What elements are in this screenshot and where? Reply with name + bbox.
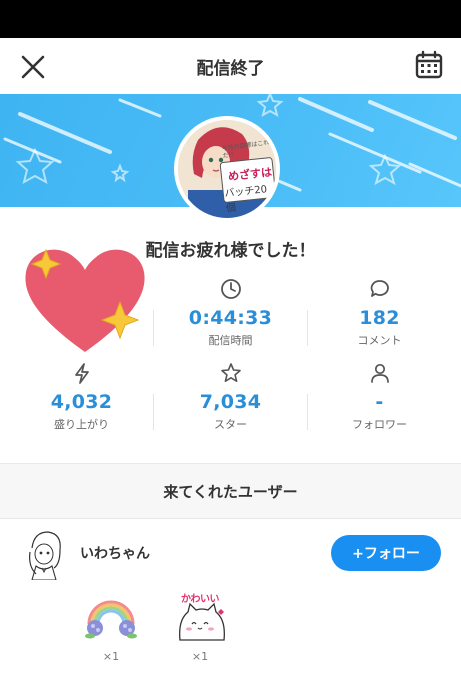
- comment-icon: [370, 280, 389, 297]
- gift-item: かわいい ×1: [170, 588, 230, 663]
- stat-duration: 0:44:33 配信時間: [154, 278, 307, 348]
- stat-label: 盛り上がり: [54, 418, 109, 431]
- section-title: 来てくれたユーザー: [163, 482, 298, 501]
- user-avatar[interactable]: [22, 528, 68, 580]
- stat-label: フォロワー: [352, 418, 407, 431]
- page-title: 配信終了: [196, 58, 265, 79]
- stat-excitement: 4,032 盛り上がり: [5, 362, 158, 432]
- calendar-icon[interactable]: [414, 50, 444, 80]
- gift-count: ×1: [191, 650, 209, 663]
- stat-label: スター: [214, 418, 247, 431]
- rainbow-gift-icon: [85, 600, 137, 639]
- follow-button[interactable]: +フォロー: [331, 535, 441, 571]
- heart-sticker: [25, 248, 145, 352]
- close-icon[interactable]: [18, 52, 48, 82]
- avatar-sign-line2: バッチ20個: [223, 184, 268, 215]
- stat-stars: 7,034 スター: [154, 362, 307, 432]
- star-icon: [220, 363, 241, 382]
- user-name[interactable]: いわちゃん: [80, 543, 150, 563]
- streamer-avatar: 今月の目標はこれだ!! めざすは バッチ20個: [174, 116, 280, 222]
- stat-value: -: [375, 391, 384, 413]
- stat-value: 4,032: [50, 391, 113, 413]
- stat-comments: 182 コメント: [303, 278, 456, 348]
- kawaii-cat-gift-icon: かわいい: [172, 588, 228, 644]
- lightning-icon: [74, 363, 89, 384]
- stat-value: 7,034: [199, 391, 262, 413]
- stat-value: 0:44:33: [188, 307, 273, 329]
- stat-label: 配信時間: [208, 334, 253, 347]
- stat-value: 182: [359, 307, 400, 329]
- cat-drawing: [179, 602, 225, 641]
- stat-label: コメント: [357, 334, 402, 347]
- top-nav: 配信終了: [0, 38, 461, 94]
- visitors-section-header: 来てくれたユーザー: [0, 463, 461, 519]
- clock-icon: [220, 279, 241, 299]
- stat-followers: - フォロワー: [303, 362, 456, 432]
- list-item: いわちゃん +フォロー: [0, 520, 461, 584]
- gift-count: ×1: [102, 650, 120, 663]
- person-icon: [370, 363, 389, 383]
- status-bar: [0, 0, 461, 38]
- gift-item: ×1: [81, 588, 141, 663]
